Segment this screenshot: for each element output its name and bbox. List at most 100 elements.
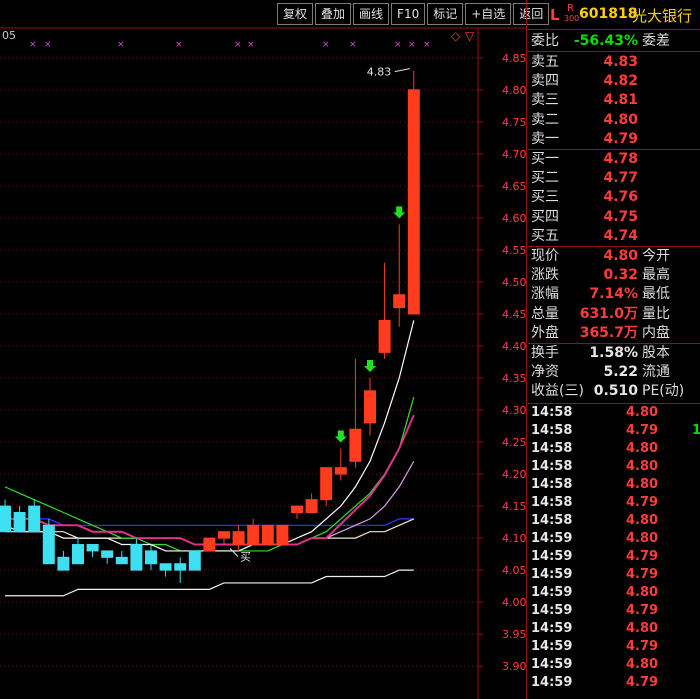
tick-time: 14:59 xyxy=(531,621,573,636)
quote-label-secondary: PE(动) xyxy=(642,383,685,400)
toolbar-button[interactable]: +自选 xyxy=(465,3,512,25)
tick-row[interactable]: 14:58 4.79 1 xyxy=(528,422,700,440)
tick-price: 4.80 xyxy=(626,585,659,600)
tick-time: 14:58 xyxy=(531,477,573,492)
y-tick-label: 4.65 xyxy=(502,180,527,193)
tick-row[interactable]: 14:59 4.79 xyxy=(528,602,700,620)
stock-code: 601818 xyxy=(579,6,638,22)
tick-price: 4.80 xyxy=(626,657,659,672)
candle-body xyxy=(101,550,114,558)
quote-row[interactable]: 涨跌 0.32 最高 xyxy=(528,266,700,285)
tick-row[interactable]: 14:58 4.79 xyxy=(528,494,700,512)
buy-label: 买 xyxy=(240,551,251,564)
quote-value: 4.80 xyxy=(603,111,638,128)
quote-row[interactable]: 卖五 4.83 xyxy=(528,53,700,72)
quote-value: 5.22 xyxy=(603,364,638,381)
high-pointer xyxy=(394,68,410,73)
quote-row[interactable]: 买四 4.75 xyxy=(528,208,700,227)
signal-markers: 4.83 买 × × × × × × × × × × × xyxy=(29,40,431,564)
quote-row[interactable]: 买二 4.77 xyxy=(528,169,700,188)
tick-row[interactable]: 14:58 4.80 xyxy=(528,512,700,530)
indicator-label: 05 xyxy=(2,29,16,42)
stock-header: L R 300 601818 光大银行 xyxy=(528,0,700,28)
quote-row[interactable]: 买一 4.78 xyxy=(528,150,700,169)
quote-label: 买三 xyxy=(531,189,559,206)
tick-price: 4.80 xyxy=(626,531,659,546)
candle-body xyxy=(364,390,376,424)
tick-price: 4.80 xyxy=(626,459,659,474)
toolbar-button[interactable]: 标记 xyxy=(427,3,464,25)
tick-row[interactable]: 14:59 4.80 xyxy=(528,530,700,548)
tick-row[interactable]: 14:59 4.79 xyxy=(528,548,700,566)
tick-row[interactable]: 14:58 4.80 xyxy=(528,476,700,494)
tick-price: 4.80 xyxy=(626,405,659,420)
y-tick-label: 4.80 xyxy=(502,84,527,97)
quote-value: 4.75 xyxy=(603,208,638,225)
tick-row[interactable]: 14:59 4.79 xyxy=(528,674,700,692)
quote-row[interactable]: 外盘 365.7万 内盘 xyxy=(528,324,700,343)
toolbar-button[interactable]: 叠加 xyxy=(315,3,352,25)
toolbar-button[interactable]: 画线 xyxy=(353,3,390,25)
quote-label-secondary: 最高 xyxy=(642,267,670,284)
price-grid xyxy=(0,27,526,699)
quote-row[interactable]: 总量 631.0万 量比 xyxy=(528,305,700,324)
tick-time: 14:59 xyxy=(531,603,573,618)
tick-price: 4.79 xyxy=(626,423,659,438)
quote-row[interactable]: 买三 4.76 xyxy=(528,188,700,207)
high-price-label: 4.83 xyxy=(367,66,392,79)
quote-row[interactable]: 卖三 4.81 xyxy=(528,91,700,110)
quote-value: 365.7万 xyxy=(579,324,638,341)
candle-body xyxy=(42,524,55,565)
quote-label: 涨幅 xyxy=(531,286,559,303)
quote-label-secondary: 量比 xyxy=(642,305,670,322)
tick-row[interactable]: 14:59 4.80 xyxy=(528,620,700,638)
y-tick-label: 4.70 xyxy=(502,148,527,161)
signal-x-icon: × xyxy=(423,40,431,50)
tick-time: 14:58 xyxy=(531,423,573,438)
quote-label: 买二 xyxy=(531,170,559,187)
quote-row[interactable]: 卖二 4.80 xyxy=(528,111,700,130)
candle-body xyxy=(291,505,303,513)
stock-name: 光大银行 xyxy=(632,7,693,25)
tick-time: 14:58 xyxy=(531,513,573,528)
tick-row[interactable]: 14:58 4.80 xyxy=(528,440,700,458)
quote-row[interactable]: 买五 4.74 xyxy=(528,227,700,246)
quote-row[interactable]: 涨幅 7.14% 最低 xyxy=(528,285,700,304)
divider xyxy=(528,51,700,52)
tick-time: 14:59 xyxy=(531,531,573,546)
kline-chart[interactable]: 4.85 4.80 4.75 4.70 4.65 4.60 4.55 4.50 4.45 4.40… xyxy=(0,0,528,699)
buy-pointer xyxy=(229,548,239,557)
quote-row[interactable]: 卖四 4.82 xyxy=(528,72,700,91)
tick-row[interactable]: 14:59 4.80 xyxy=(528,656,700,674)
quote-row[interactable]: 卖一 4.79 xyxy=(528,130,700,149)
tick-row[interactable]: 14:58 4.80 xyxy=(528,404,700,422)
quote-label: 委比 xyxy=(531,33,559,49)
candle-body xyxy=(334,467,347,475)
quote-row[interactable]: 现价 4.80 今开 xyxy=(528,247,700,266)
tick-row[interactable]: 14:58 4.80 xyxy=(528,458,700,476)
tick-row[interactable]: 14:59 4.80 xyxy=(528,584,700,602)
y-tick-label: 4.10 xyxy=(502,532,527,545)
quote-label: 卖五 xyxy=(531,54,559,70)
divider xyxy=(528,29,700,30)
quote-row[interactable]: 净资 5.22 流通 xyxy=(528,363,700,382)
quote-row[interactable]: 委比 -56.43% 委差 xyxy=(528,32,700,51)
signal-x-icon: × xyxy=(322,40,330,50)
signal-x-icon: × xyxy=(394,40,402,50)
toolbar-button[interactable]: F10 xyxy=(391,3,426,25)
tick-time: 14:58 xyxy=(531,495,573,510)
tick-time: 14:59 xyxy=(531,567,573,582)
toolbar-button[interactable]: 复权 xyxy=(277,3,314,25)
quote-label: 卖一 xyxy=(531,130,559,147)
quote-row[interactable]: 换手 1.58% 股本 xyxy=(528,344,700,363)
quote-row[interactable]: 收益(三) 0.510 PE(动) xyxy=(528,382,700,401)
y-tick-label: 4.30 xyxy=(502,404,527,417)
tick-row[interactable]: 14:59 4.79 xyxy=(528,566,700,584)
candle-body xyxy=(115,556,128,565)
tick-row[interactable]: 14:59 4.79 xyxy=(528,638,700,656)
y-tick-label: 4.15 xyxy=(502,500,527,513)
r-mark: R xyxy=(567,3,574,14)
up-marker-icon: ◇ xyxy=(451,29,461,43)
quote-value: 4.74 xyxy=(603,227,638,244)
tick-price: 4.79 xyxy=(626,603,659,618)
